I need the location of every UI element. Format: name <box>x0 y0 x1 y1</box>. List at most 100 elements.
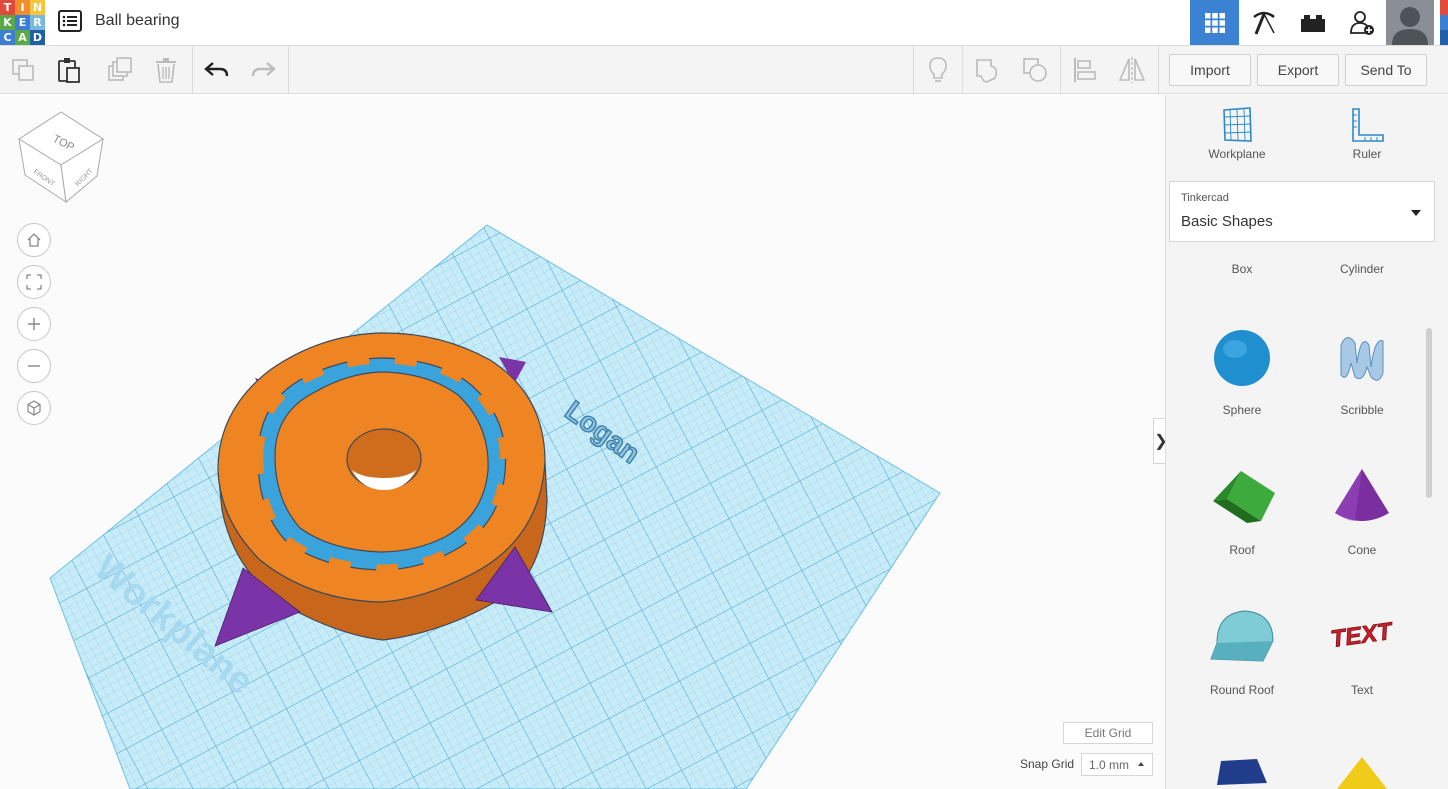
logo-letter: A <box>15 30 30 45</box>
group-icon <box>976 58 998 83</box>
logo-letter: I <box>15 0 30 15</box>
ungroup-button[interactable] <box>1012 46 1058 93</box>
tinkercad-editor: TINKERCAD Ball bearing Import Export Sen… <box>0 0 1448 789</box>
logo-tile <box>1440 30 1448 45</box>
fit-view-button[interactable] <box>17 265 51 299</box>
library-source-label: Tinkercad <box>1181 192 1229 204</box>
shape-cone[interactable]: Cone <box>1307 463 1417 557</box>
sphere-icon <box>1214 330 1270 386</box>
align-button[interactable] <box>1062 46 1108 93</box>
toolbar-divider <box>1060 46 1061 93</box>
undo-button[interactable] <box>194 46 240 93</box>
user-avatar[interactable] <box>1386 0 1434 45</box>
notes-button[interactable] <box>915 46 961 93</box>
delete-button[interactable] <box>143 46 189 93</box>
design-list-button[interactable] <box>58 10 82 32</box>
cone-icon <box>1335 469 1389 521</box>
logo-tile <box>1440 0 1448 15</box>
snap-grid-select[interactable]: 1.0 mm <box>1081 753 1153 776</box>
pyramid-icon <box>1337 757 1387 789</box>
copy-button[interactable] <box>0 46 46 93</box>
ruler-tool-label: Ruler <box>1352 147 1382 161</box>
tinkercad-logo[interactable]: TINKERCAD <box>0 0 45 45</box>
home-view-button[interactable] <box>17 223 51 257</box>
shape-library-select[interactable]: Tinkercad Basic Shapes <box>1169 181 1435 242</box>
shape-partial[interactable] <box>1307 753 1417 789</box>
group-button[interactable] <box>964 46 1010 93</box>
round-roof-icon <box>1210 610 1274 662</box>
logo-letter: N <box>30 0 45 15</box>
send-to-button[interactable]: Send To <box>1345 54 1427 86</box>
workplane[interactable]: Workplane <box>0 95 1165 789</box>
scene[interactable]: TOP FRONT RIGHT Workplane Logan <box>0 95 1165 789</box>
paste-button[interactable] <box>46 46 92 93</box>
duplicate-icon <box>108 56 132 81</box>
shape-scribble[interactable]: Scribble <box>1307 323 1417 417</box>
pickaxe-icon <box>1252 11 1275 35</box>
trash-icon <box>156 57 176 83</box>
cube-icon <box>27 400 41 416</box>
collapse-panel-button[interactable]: ❯ <box>1153 418 1165 464</box>
shape-label: Cone <box>1347 543 1377 557</box>
3d-design-view-button[interactable] <box>1190 0 1239 45</box>
logo-letter: C <box>0 30 15 45</box>
undo-icon <box>204 61 229 76</box>
chevron-right-icon: ❯ <box>1154 431 1165 451</box>
cylinder-icon <box>1337 243 1387 253</box>
design-title[interactable]: Ball bearing <box>95 12 180 30</box>
workplane-icon <box>1223 107 1252 142</box>
logo-edge <box>1440 0 1448 45</box>
shape-box[interactable]: Box <box>1187 243 1297 276</box>
list-icon <box>58 10 82 32</box>
toolbar-divider <box>192 46 193 93</box>
shape-sphere[interactable]: Sphere <box>1187 323 1297 417</box>
ruler-icon <box>1352 108 1384 142</box>
3d-viewport[interactable]: TOP FRONT RIGHT Workplane Logan Edit Gri… <box>0 95 1165 789</box>
lightbulb-icon <box>929 56 947 82</box>
snap-grid-value: 1.0 mm <box>1089 757 1130 772</box>
shape-round-roof[interactable]: Round Roof <box>1187 603 1297 697</box>
zoom-in-button[interactable] <box>17 307 51 341</box>
shape-cylinder[interactable]: Cylinder <box>1307 243 1417 276</box>
shape-grid: Box Cylinder Sphere Scribble Roof Cone R… <box>1166 243 1426 789</box>
minecraft-view-button[interactable] <box>1239 0 1288 45</box>
invite-user-button[interactable] <box>1337 0 1386 45</box>
plus-icon <box>28 318 40 330</box>
logo-letter: E <box>15 15 30 30</box>
add-user-icon <box>1349 10 1374 35</box>
redo-button[interactable] <box>240 46 286 93</box>
toolbar-divider <box>962 46 963 93</box>
ruler-tool-button[interactable]: Ruler <box>1307 107 1427 187</box>
panel-scrollbar[interactable] <box>1426 328 1432 498</box>
dropdown-caret-icon <box>1411 210 1421 216</box>
wedge-icon <box>1217 759 1267 785</box>
box-icon <box>1217 243 1267 253</box>
shape-text[interactable]: TEXT Text <box>1307 603 1417 697</box>
fit-icon <box>26 274 42 290</box>
shape-label: Cylinder <box>1339 262 1384 276</box>
edit-grid-button[interactable]: Edit Grid <box>1063 722 1153 744</box>
minus-icon <box>28 365 40 367</box>
mirror-button[interactable] <box>1109 46 1155 93</box>
caret-up-icon <box>1138 762 1144 766</box>
avatar-icon <box>1386 0 1434 45</box>
bricks-view-button[interactable] <box>1288 0 1337 45</box>
export-button[interactable]: Export <box>1257 54 1339 86</box>
shape-partial[interactable] <box>1187 753 1297 789</box>
duplicate-button[interactable] <box>96 46 142 93</box>
ungroup-icon <box>1023 57 1047 82</box>
brick-icon <box>1300 14 1325 32</box>
view-switcher <box>1190 0 1434 45</box>
logo-tile <box>1440 15 1448 30</box>
logo-letter: K <box>0 15 15 30</box>
redo-icon <box>251 61 276 76</box>
zoom-out-button[interactable] <box>17 349 51 383</box>
view-cube[interactable]: TOP FRONT RIGHT <box>18 111 104 204</box>
toolbar-divider <box>913 46 914 93</box>
shape-label: Round Roof <box>1209 683 1275 697</box>
shape-roof[interactable]: Roof <box>1187 463 1297 557</box>
perspective-button[interactable] <box>17 391 51 425</box>
import-button[interactable]: Import <box>1169 54 1251 86</box>
toolbar-divider <box>1158 46 1159 93</box>
workplane-tool-button[interactable]: Workplane <box>1177 107 1297 187</box>
